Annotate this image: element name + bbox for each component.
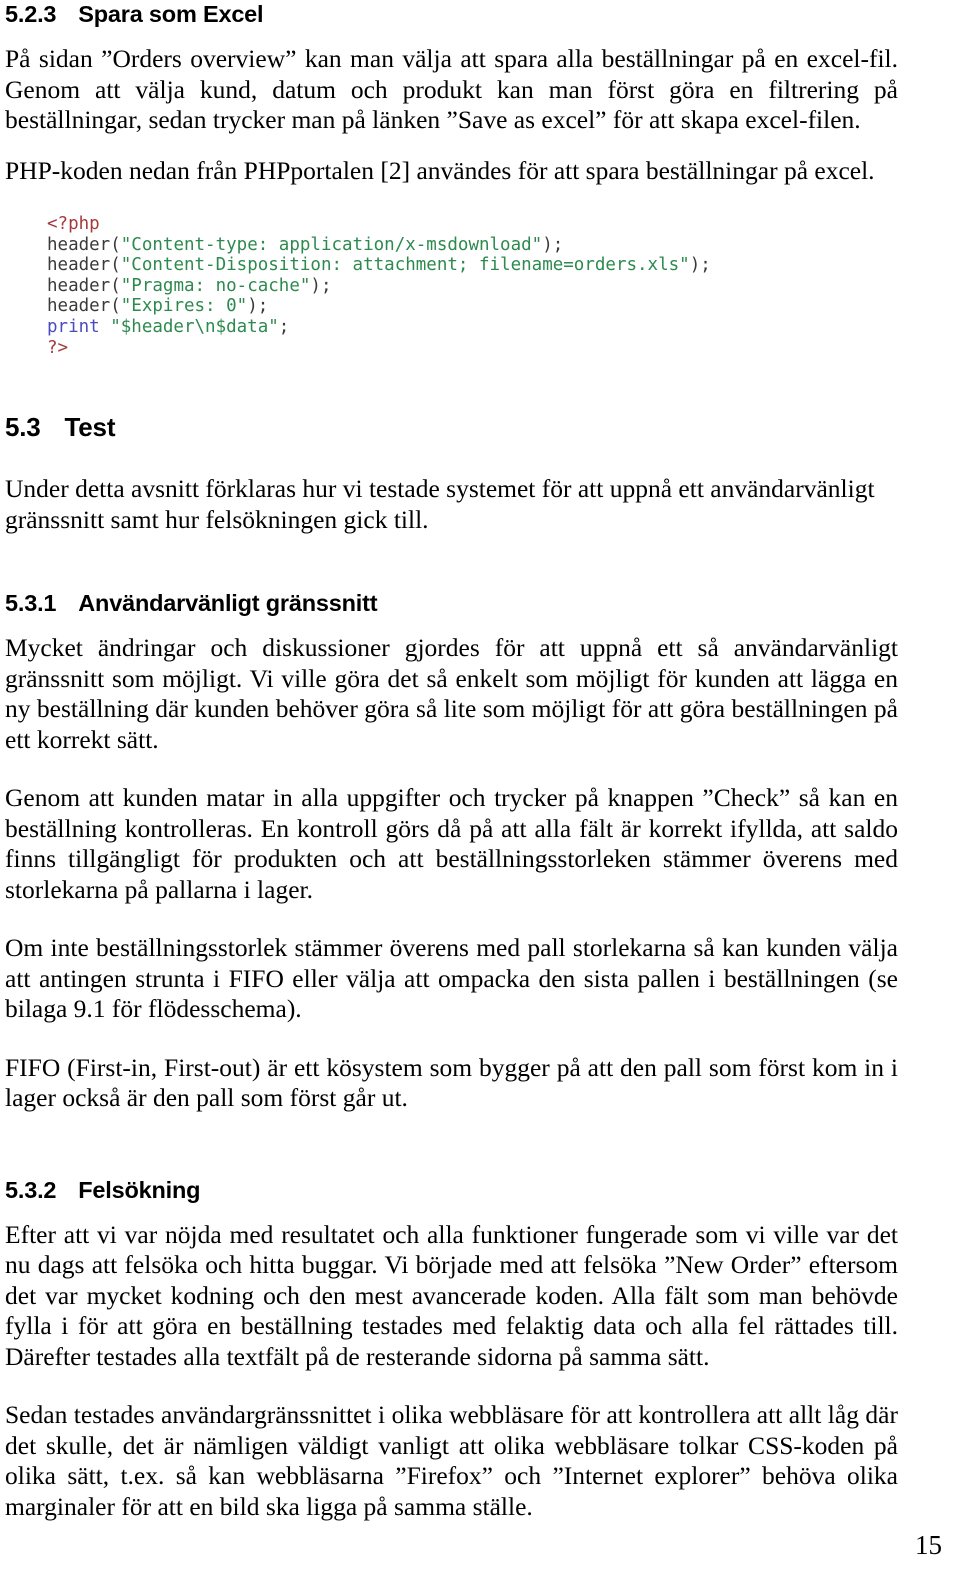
code-token-punc: ); <box>310 275 332 296</box>
paragraph-5-3-1-2: Genom att kunden matar in alla uppgifter… <box>5 783 898 904</box>
php-code-block: <?php header("Content-type: application/x… <box>5 214 898 358</box>
heading-5-3-1: 5.3.1 Användarvänligt gränssnitt <box>5 589 898 617</box>
code-line: header("Pragma: no-cache"); <box>47 276 898 297</box>
heading-5-2-3: 5.2.3 Spara som Excel <box>5 0 898 28</box>
paragraph-5-3-1-1: Mycket ändringar och diskussioner gjorde… <box>5 633 898 754</box>
heading-5-3: 5.3 Test <box>5 412 898 442</box>
heading-5-2-3-number: 5.2.3 <box>5 1 57 27</box>
paragraph-5-3-2-1: Efter att vi var nöjda med resultatet oc… <box>5 1219 898 1371</box>
code-token-punc: ); <box>689 255 711 276</box>
code-line: print "$header\n$data"; <box>47 317 898 338</box>
code-token-fn: header( <box>47 296 121 317</box>
code-token-fn: header( <box>47 255 121 276</box>
document-page: 5.2.3 Spara som Excel På sidan ”Orders ov… <box>0 0 960 1570</box>
code-token-str: "Expires: 0" <box>120 296 248 317</box>
paragraph-5-3-1: Under detta avsnitt förklaras hur vi tes… <box>5 474 875 534</box>
paragraph-5-2-3-1: På sidan ”Orders overview” kan man välja… <box>5 44 898 134</box>
code-line: <?php <box>47 214 898 235</box>
code-token-str: "Content-type: application/x-msdownload" <box>120 234 543 255</box>
code-token-punc: ); <box>542 234 564 255</box>
heading-5-3-1-title: Användarvänligt gränssnitt <box>78 590 378 617</box>
paragraph-5-3-2-2: Sedan testades användargränssnittet i ol… <box>5 1400 898 1521</box>
heading-5-3-2-number: 5.3.2 <box>5 1176 57 1203</box>
page-number: 15 <box>915 1530 942 1560</box>
paragraph-5-3-1-3: Om inte beställningsstorlek stämmer över… <box>5 933 898 1024</box>
code-token-tag: <?php <box>47 214 100 234</box>
code-line: header("Expires: 0"); <box>47 296 898 317</box>
code-token-str: "Pragma: no-cache" <box>120 275 311 296</box>
paragraph-5-2-3-2: PHP-koden nedan från PHPportalen [2] anv… <box>5 155 875 185</box>
code-token-str: "Content-Disposition: attachment; filena… <box>120 255 690 276</box>
code-line: ?> <box>47 338 898 359</box>
paragraph-5-3-1-4: FIFO (First-in, First-out) är ett kösyst… <box>5 1052 898 1113</box>
code-line: header("Content-Disposition: attachment;… <box>47 255 898 276</box>
code-token-fn: header( <box>47 234 121 255</box>
heading-5-3-2: 5.3.2 Felsökning <box>5 1176 898 1204</box>
code-token-tag: ?> <box>47 337 69 358</box>
code-token-punc: ; <box>278 316 290 337</box>
code-line: header("Content-type: application/x-msdo… <box>47 235 898 256</box>
code-token-str: "$header\n$data" <box>110 316 279 337</box>
heading-5-3-number: 5.3 <box>5 412 41 443</box>
code-token-fn: header( <box>47 275 121 296</box>
heading-5-3-2-title: Felsökning <box>78 1176 201 1203</box>
heading-5-3-title: Test <box>64 412 116 443</box>
code-token-kw: print <box>47 316 111 337</box>
page-content: 5.2.3 Spara som Excel På sidan ”Orders ov… <box>5 0 898 1522</box>
code-token-punc: ); <box>247 296 269 317</box>
heading-5-3-1-number: 5.3.1 <box>5 590 57 617</box>
heading-5-2-3-title: Spara som Excel <box>78 1 264 27</box>
